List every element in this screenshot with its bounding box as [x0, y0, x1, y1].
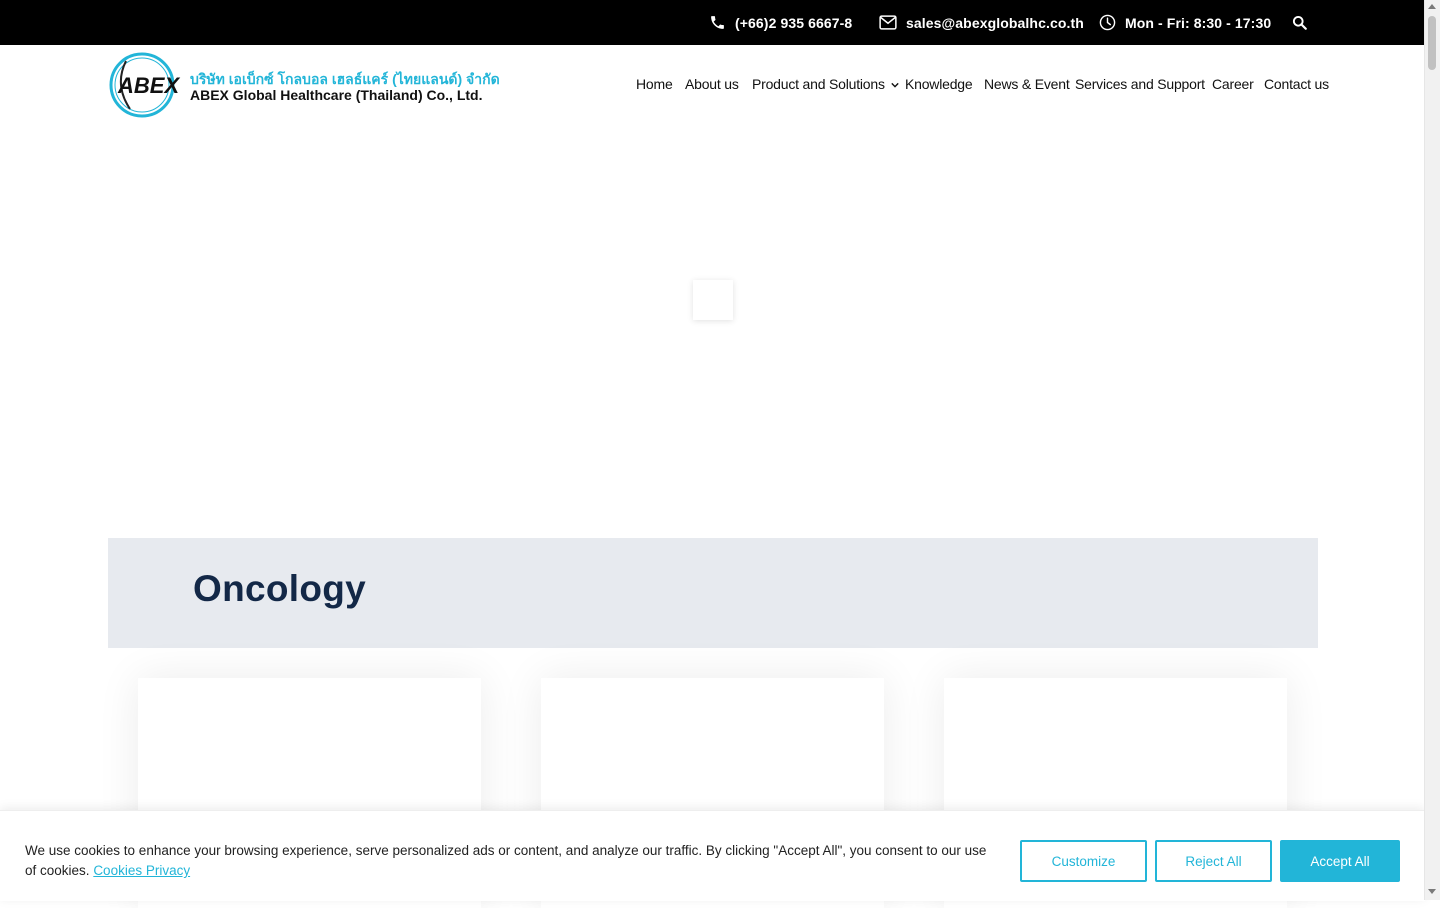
page-title: Oncology — [193, 568, 367, 609]
reject-all-button[interactable]: Reject All — [1155, 840, 1272, 882]
nav-news-event[interactable]: News & Event — [984, 76, 1070, 92]
hours-text: Mon - Fri: 8:30 - 17:30 — [1125, 14, 1272, 31]
search-icon — [1292, 15, 1307, 30]
scroll-down-arrow[interactable] — [1428, 889, 1436, 894]
cookie-message: We use cookies to enhance your browsing … — [25, 841, 1000, 881]
phone-text: (+66)2 935 6667-8 — [735, 14, 853, 31]
email-text: sales@abexglobalhc.co.th — [906, 14, 1084, 31]
chevron-down-icon — [891, 83, 900, 88]
category-banner: Oncology — [108, 538, 1318, 648]
nav-contact-us[interactable]: Contact us — [1264, 76, 1329, 92]
site-logo[interactable]: ABEX บริษัท เอเบ็กซ์ โกลบอล เฮลธ์แคร์ (ไ… — [108, 51, 518, 119]
customize-button[interactable]: Customize — [1020, 840, 1147, 882]
nav-knowledge[interactable]: Knowledge — [905, 76, 973, 92]
scrollbar-thumb[interactable] — [1428, 16, 1436, 70]
accept-all-button[interactable]: Accept All — [1280, 840, 1400, 882]
loading-placeholder — [693, 280, 733, 320]
search-button[interactable] — [1292, 0, 1316, 45]
nav-services-support[interactable]: Services and Support — [1075, 76, 1205, 92]
cookie-consent-bar: We use cookies to enhance your browsing … — [0, 810, 1425, 901]
email-contact[interactable]: sales@abexglobalhc.co.th — [879, 0, 1084, 45]
top-info-bar: (+66)2 935 6667-8 sales@abexglobalhc.co.… — [0, 0, 1425, 45]
mail-icon — [879, 15, 897, 30]
nav-about-us[interactable]: About us — [685, 76, 739, 92]
cookies-privacy-link[interactable]: Cookies Privacy — [93, 863, 190, 878]
scroll-up-arrow[interactable] — [1428, 4, 1436, 9]
nav-product-label: Product and Solutions — [752, 76, 885, 92]
hours-info: Mon - Fri: 8:30 - 17:30 — [1099, 0, 1271, 45]
nav-career[interactable]: Career — [1212, 76, 1254, 92]
phone-icon — [711, 16, 724, 29]
logo-mark-text: ABEX — [117, 73, 180, 98]
clock-icon — [1099, 14, 1116, 31]
nav-home[interactable]: Home — [636, 76, 673, 92]
company-name-english: ABEX Global Healthcare (Thailand) Co., L… — [190, 87, 483, 103]
phone-contact[interactable]: (+66)2 935 6667-8 — [709, 0, 852, 45]
nav-product-and-solutions[interactable]: Product and Solutions — [752, 76, 900, 92]
abex-logo-mark: ABEX — [109, 52, 180, 118]
page-scrollbar[interactable] — [1424, 0, 1440, 900]
